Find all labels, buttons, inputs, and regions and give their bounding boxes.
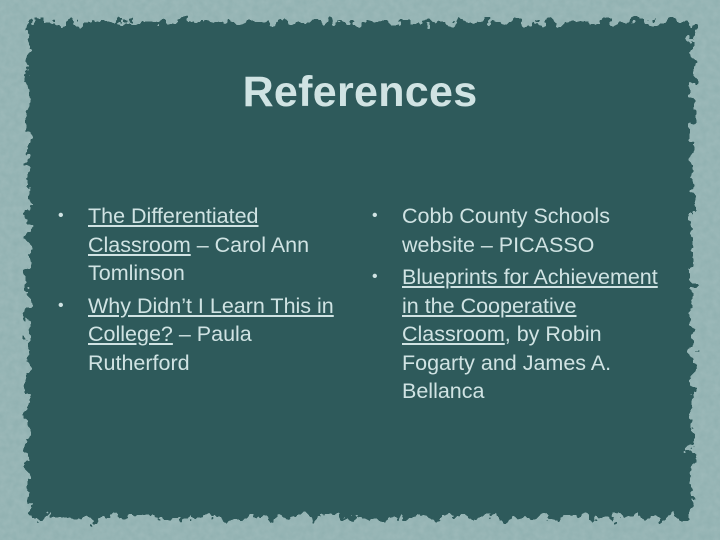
- reference-text: Cobb County Schools website – PICASSO: [402, 204, 610, 257]
- reference-item: Cobb County Schools website – PICASSO: [372, 202, 672, 259]
- reference-item: Blueprints for Achievement in the Cooper…: [372, 263, 672, 406]
- left-reference-list: The Differentiated Classroom – Carol Ann…: [58, 202, 358, 381]
- slide-title: References: [0, 68, 720, 117]
- bullet-icon: [372, 263, 402, 292]
- slide: References The Differentiated Classroom …: [0, 0, 720, 540]
- reference-item: Why Didn’t I Learn This in College? – Pa…: [58, 292, 358, 378]
- bullet-icon: [58, 292, 88, 321]
- slide-title-text: References: [242, 68, 478, 116]
- right-reference-list: Cobb County Schools website – PICASSO Bl…: [372, 202, 672, 410]
- bullet-icon: [58, 202, 88, 231]
- reference-item: The Differentiated Classroom – Carol Ann…: [58, 202, 358, 288]
- bullet-icon: [372, 202, 402, 231]
